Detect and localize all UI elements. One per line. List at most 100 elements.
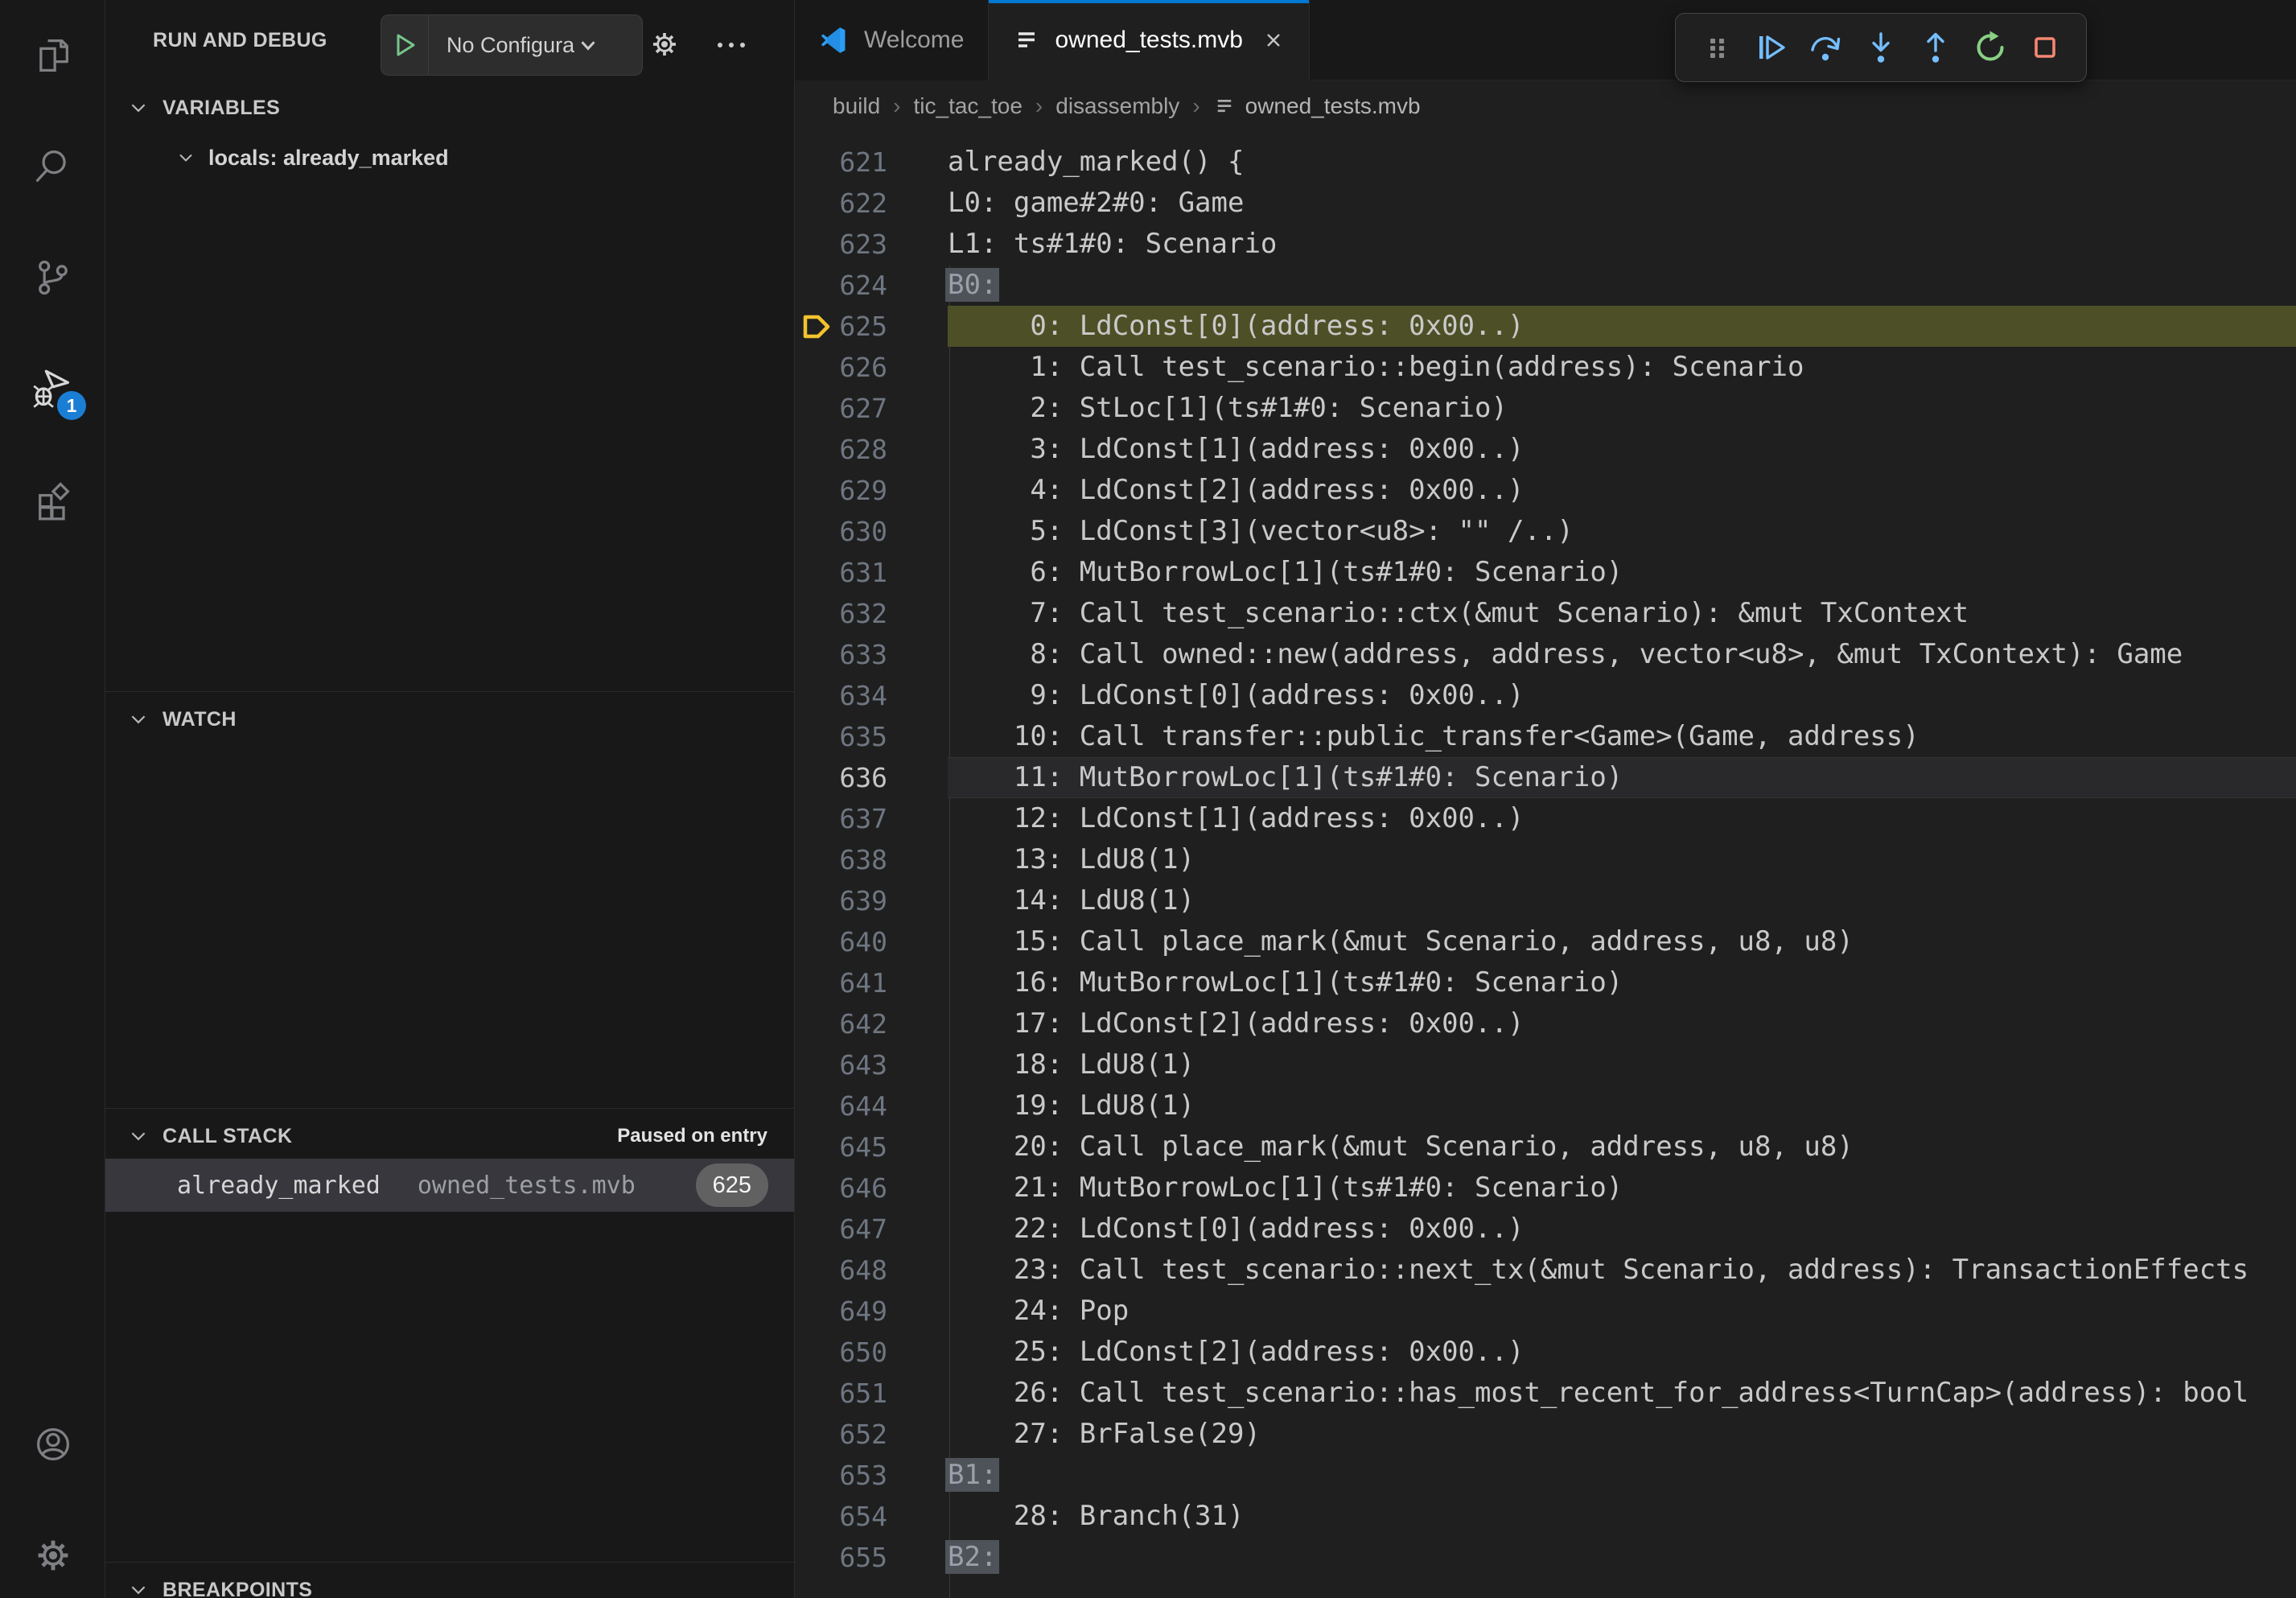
code-text[interactable]: 17: LdConst[2](address: 0x00..) (948, 1003, 2296, 1044)
line-number[interactable]: 645 (839, 1126, 887, 1168)
line-number[interactable]: 641 (839, 962, 887, 1003)
gutter[interactable]: 623 (795, 224, 948, 265)
line-number[interactable]: 628 (839, 429, 887, 470)
gutter[interactable]: 638 (795, 839, 948, 880)
line-number[interactable]: 622 (839, 183, 887, 224)
gutter[interactable]: 640 (795, 921, 948, 962)
code-text[interactable]: 21: MutBorrowLoc[1](ts#1#0: Scenario) (948, 1168, 2296, 1209)
code-text[interactable]: 13: LdU8(1) (948, 839, 2296, 880)
code-text[interactable]: 7: Call test_scenario::ctx(&mut Scenario… (948, 593, 2296, 634)
gutter[interactable]: 626 (795, 347, 948, 388)
gutter[interactable]: 654 (795, 1496, 948, 1537)
gutter[interactable]: 632 (795, 593, 948, 634)
gutter[interactable]: 628 (795, 429, 948, 470)
gutter[interactable]: 631 (795, 552, 948, 593)
line-number[interactable]: 646 (839, 1168, 887, 1209)
gutter[interactable]: 622 (795, 183, 948, 224)
step-into-button[interactable] (1861, 27, 1901, 68)
code-text[interactable]: 3: LdConst[1](address: 0x00..) (948, 429, 2296, 470)
line-number[interactable]: 630 (839, 511, 887, 552)
code-text[interactable]: 8: Call owned::new(address, address, vec… (948, 634, 2296, 675)
gutter[interactable]: 643 (795, 1044, 948, 1085)
code-text[interactable]: 1: Call test_scenario::begin(address): S… (948, 347, 2296, 388)
gutter[interactable]: 642 (795, 1003, 948, 1044)
gutter[interactable]: 636 (795, 757, 948, 798)
gutter[interactable]: 649 (795, 1291, 948, 1332)
code-text[interactable]: 5: LdConst[3](vector<u8>: "" /..) (948, 511, 2296, 552)
gutter[interactable]: 637 (795, 798, 948, 839)
gutter[interactable]: 650 (795, 1332, 948, 1373)
source-control-icon[interactable] (0, 233, 105, 322)
breadcrumb-item[interactable]: owned_tests.mvb (1245, 93, 1421, 119)
line-number[interactable]: 634 (839, 675, 887, 716)
code-text[interactable]: 19: LdU8(1) (948, 1085, 2296, 1126)
start-debug-icon[interactable] (381, 31, 428, 59)
line-number[interactable]: 625 (839, 306, 887, 347)
code-text[interactable]: B1: (948, 1455, 2296, 1496)
gutter[interactable]: 653 (795, 1455, 948, 1496)
gutter[interactable]: 625 (795, 306, 948, 347)
gutter[interactable]: 634 (795, 675, 948, 716)
gutter[interactable]: 644 (795, 1085, 948, 1126)
gutter[interactable]: 646 (795, 1168, 948, 1209)
code-text[interactable]: 22: LdConst[0](address: 0x00..) (948, 1209, 2296, 1250)
line-number[interactable]: 643 (839, 1044, 887, 1085)
code-text[interactable]: 26: Call test_scenario::has_most_recent_… (948, 1373, 2296, 1414)
tab-welcome[interactable]: Welcome (795, 0, 989, 80)
code-text[interactable]: 4: LdConst[2](address: 0x00..) (948, 470, 2296, 511)
restart-button[interactable] (1970, 27, 2010, 68)
call-stack-frame-row[interactable]: already_marked owned_tests.mvb 625 (105, 1159, 794, 1212)
code-text[interactable]: 15: Call place_mark(&mut Scenario, addre… (948, 921, 2296, 962)
breadcrumb-item[interactable]: tic_tac_toe (914, 93, 1023, 119)
search-icon[interactable] (0, 122, 105, 211)
debug-config-dropdown[interactable]: No Configura (381, 14, 643, 76)
code-text[interactable]: 23: Call test_scenario::next_tx(&mut Sce… (948, 1250, 2296, 1291)
code-editor[interactable]: 621already_marked() {622L0: game#2#0: Ga… (795, 132, 2296, 1598)
gutter[interactable]: 624 (795, 265, 948, 306)
code-text[interactable]: 6: MutBorrowLoc[1](ts#1#0: Scenario) (948, 552, 2296, 593)
gutter[interactable]: 651 (795, 1373, 948, 1414)
gutter[interactable]: 645 (795, 1126, 948, 1168)
gutter[interactable]: 635 (795, 716, 948, 757)
close-tab-icon[interactable] (1262, 29, 1285, 51)
code-text[interactable]: 0: LdConst[0](address: 0x00..) (948, 306, 2296, 347)
drag-handle-icon[interactable] (1697, 27, 1737, 68)
gutter[interactable]: 639 (795, 880, 948, 921)
breadcrumb-item[interactable]: build (833, 93, 880, 119)
call-stack-section-header[interactable]: CALL STACK Paused on entry (105, 1115, 794, 1157)
accounts-icon[interactable] (0, 1400, 105, 1489)
step-over-button[interactable] (1806, 27, 1846, 68)
gutter[interactable]: 621 (795, 142, 948, 183)
line-number[interactable]: 648 (839, 1250, 887, 1291)
variables-scope-row[interactable]: locals: already_marked (105, 135, 794, 180)
gutter[interactable]: 652 (795, 1414, 948, 1455)
extensions-icon[interactable] (0, 455, 105, 544)
run-and-debug-icon[interactable]: 1 (0, 344, 105, 433)
settings-gear-icon[interactable] (0, 1511, 105, 1598)
line-number[interactable]: 647 (839, 1209, 887, 1250)
debug-settings-gear-icon[interactable] (648, 27, 681, 65)
gutter[interactable]: 655 (795, 1537, 948, 1578)
line-number[interactable]: 637 (839, 798, 887, 839)
code-text[interactable]: 20: Call place_mark(&mut Scenario, addre… (948, 1126, 2296, 1168)
line-number[interactable]: 650 (839, 1332, 887, 1373)
code-text[interactable]: L1: ts#1#0: Scenario (948, 224, 2296, 265)
gutter[interactable]: 641 (795, 962, 948, 1003)
breadcrumb-item[interactable]: disassembly (1055, 93, 1179, 119)
line-number[interactable]: 629 (839, 470, 887, 511)
code-text[interactable]: 18: LdU8(1) (948, 1044, 2296, 1085)
step-out-button[interactable] (1915, 27, 1956, 68)
explorer-icon[interactable] (0, 11, 105, 100)
line-number[interactable]: 621 (839, 142, 887, 183)
breakpoints-section-header[interactable]: BREAKPOINTS (105, 1569, 794, 1598)
gutter[interactable]: 629 (795, 470, 948, 511)
gutter[interactable]: 630 (795, 511, 948, 552)
code-text[interactable]: 25: LdConst[2](address: 0x00..) (948, 1332, 2296, 1373)
line-number[interactable]: 640 (839, 921, 887, 962)
code-text[interactable]: B0: (948, 265, 2296, 306)
line-number[interactable]: 642 (839, 1003, 887, 1044)
code-text[interactable]: 16: MutBorrowLoc[1](ts#1#0: Scenario) (948, 962, 2296, 1003)
line-number[interactable]: 639 (839, 880, 887, 921)
code-text[interactable]: 24: Pop (948, 1291, 2296, 1332)
line-number[interactable]: 644 (839, 1085, 887, 1126)
